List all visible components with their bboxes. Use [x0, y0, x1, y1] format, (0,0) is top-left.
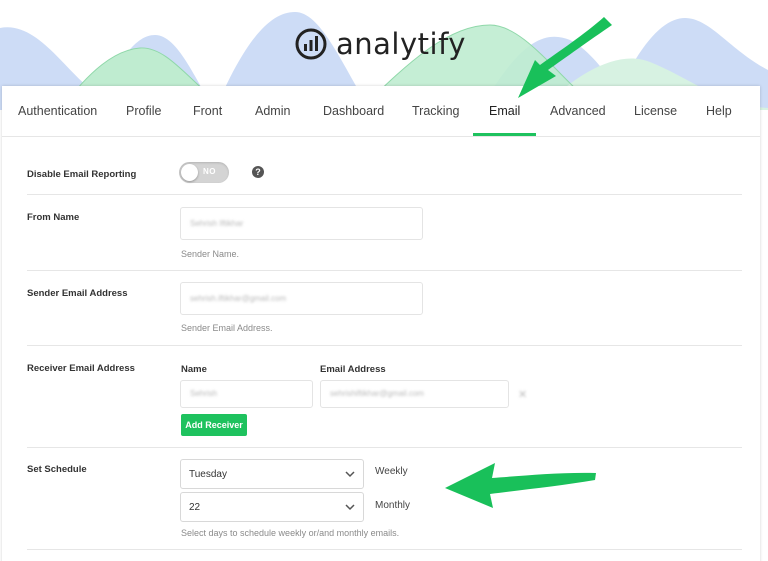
from-name-label: From Name — [27, 212, 80, 223]
monthly-day-value: 22 — [189, 502, 201, 513]
divider — [27, 447, 742, 448]
chevron-down-icon — [345, 504, 355, 511]
set-schedule-label: Set Schedule — [27, 464, 87, 475]
weekly-day-value: Tuesday — [189, 469, 227, 480]
monthly-label: Monthly — [375, 500, 411, 511]
chevron-down-icon — [345, 471, 355, 478]
analytify-logo-text: analytify — [336, 26, 466, 61]
monthly-day-select[interactable]: 22 — [180, 492, 364, 522]
weekly-day-select[interactable]: Tuesday — [180, 459, 364, 489]
settings-tabs: Authentication Profile Front Admin Dashb… — [2, 86, 760, 137]
analytify-settings-screen: analytify Authentication Profile Front A… — [0, 0, 768, 561]
sender-email-label: Sender Email Address — [27, 288, 128, 299]
receiver-name-header: Name — [181, 364, 207, 375]
active-tab-indicator — [473, 133, 536, 136]
tab-front[interactable]: Front — [193, 104, 222, 118]
sender-email-hint: Sender Email Address. — [181, 323, 273, 333]
disable-email-reporting-label: Disable Email Reporting — [27, 169, 137, 180]
tab-tracking[interactable]: Tracking — [412, 104, 459, 118]
from-name-value: Sehrish Iftikhar — [190, 219, 244, 228]
weekly-label: Weekly — [375, 466, 408, 477]
disable-email-reporting-toggle[interactable]: NO — [179, 162, 229, 183]
tab-admin[interactable]: Admin — [255, 104, 290, 118]
divider — [27, 345, 742, 346]
tab-license[interactable]: License — [634, 104, 677, 118]
from-name-input[interactable]: Sehrish Iftikhar — [180, 207, 423, 240]
receiver-name-input[interactable]: Sehrish — [180, 380, 313, 408]
receiver-email-input[interactable]: sehrishiftikhar@gmail.com — [320, 380, 509, 408]
receiver-email-value: sehrishiftikhar@gmail.com — [330, 389, 424, 398]
analytify-logo: analytify — [294, 24, 466, 64]
help-icon[interactable]: ? — [252, 166, 264, 178]
settings-panel: Authentication Profile Front Admin Dashb… — [2, 86, 760, 561]
schedule-hint: Select days to schedule weekly or/and mo… — [181, 528, 400, 538]
tab-authentication[interactable]: Authentication — [18, 104, 97, 118]
divider — [27, 549, 742, 550]
remove-receiver-icon[interactable]: ✕ — [518, 388, 527, 401]
toggle-state-text: NO — [203, 167, 216, 176]
tab-advanced[interactable]: Advanced — [550, 104, 606, 118]
receiver-email-header: Email Address — [320, 364, 386, 375]
receiver-name-value: Sehrish — [190, 389, 218, 398]
divider — [27, 270, 742, 271]
from-name-hint: Sender Name. — [181, 249, 240, 259]
toggle-knob — [181, 164, 198, 181]
sender-email-input[interactable]: sehrish.iftikhar@gmail.com — [180, 282, 423, 315]
tab-dashboard[interactable]: Dashboard — [323, 104, 384, 118]
tab-email[interactable]: Email — [489, 104, 520, 118]
analytify-logo-icon — [295, 28, 327, 60]
sender-email-value: sehrish.iftikhar@gmail.com — [190, 294, 287, 303]
divider — [27, 194, 742, 195]
tab-help[interactable]: Help — [706, 104, 732, 118]
tab-profile[interactable]: Profile — [126, 104, 161, 118]
receiver-email-label: Receiver Email Address — [27, 363, 135, 374]
add-receiver-button[interactable]: Add Receiver — [181, 414, 247, 436]
